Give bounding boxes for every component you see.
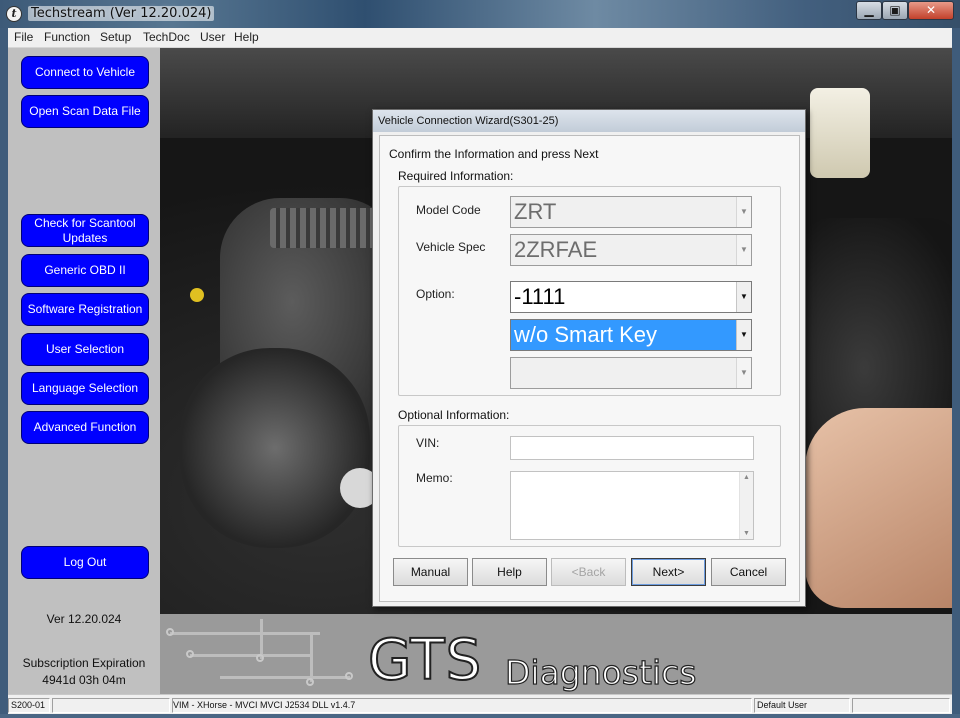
cancel-button[interactable]: Cancel (711, 558, 786, 586)
option3-select[interactable]: ▼ (510, 357, 752, 389)
option-label: Option: (416, 287, 455, 301)
next-button[interactable]: Next> (631, 558, 706, 586)
status-empty-cell-2 (852, 698, 950, 713)
sidebar: Connect to Vehicle Open Scan Data File C… (8, 48, 160, 694)
manual-button[interactable]: Manual (393, 558, 468, 586)
status-empty-cell (52, 698, 170, 713)
menu-function[interactable]: Function (44, 30, 90, 44)
menu-file[interactable]: File (14, 30, 33, 44)
status-bar: S200-01 VIM - XHorse - MVCI MVCI J2534 D… (8, 694, 952, 714)
model-code-select[interactable]: ZRT ▼ (510, 196, 752, 228)
menu-techdoc[interactable]: TechDoc (143, 30, 190, 44)
version-label: Ver 12.20.024 (46, 612, 122, 626)
help-button[interactable]: Help (472, 558, 547, 586)
window-frame-bottom (0, 714, 960, 718)
chevron-down-icon[interactable]: ▼ (736, 282, 751, 312)
model-code-value: ZRT (514, 199, 557, 224)
status-user: Default User (754, 698, 850, 713)
window-frame-left (0, 28, 8, 718)
logo-diagnostics-text: Diagnostics (504, 653, 697, 692)
memo-scrollbar[interactable]: ▲ ▼ (739, 472, 753, 539)
back-button[interactable]: <Back (551, 558, 626, 586)
status-interface: VIM - XHorse - MVCI MVCI J2534 DLL v1.4.… (172, 698, 752, 713)
menu-bar: File Function Setup TechDoc User Help (8, 28, 952, 48)
advanced-function-button[interactable]: Advanced Function (21, 411, 149, 444)
logo-gts-text: GTS (367, 628, 483, 693)
software-registration-button[interactable]: Software Registration (21, 293, 149, 326)
minimize-button[interactable]: ▁ (856, 1, 882, 20)
chevron-down-icon[interactable]: ▼ (736, 320, 751, 350)
log-out-button[interactable]: Log Out (21, 546, 149, 579)
window-frame-right (952, 28, 960, 718)
required-info-label: Required Information: (398, 169, 514, 183)
user-selection-button[interactable]: User Selection (21, 333, 149, 366)
dialog-instruction: Confirm the Information and press Next (389, 147, 599, 161)
vehicle-spec-select[interactable]: 2ZRFAE ▼ (510, 234, 752, 266)
connect-to-vehicle-button[interactable]: Connect to Vehicle (21, 56, 149, 89)
open-scan-data-file-button[interactable]: Open Scan Data File (21, 95, 149, 128)
close-button[interactable]: ✕ (908, 1, 954, 20)
vehicle-connection-wizard-dialog: Vehicle Connection Wizard(S301-25) Confi… (372, 109, 806, 607)
generic-obd-ii-button[interactable]: Generic OBD II (21, 254, 149, 287)
option2-value: w/o Smart Key (511, 320, 736, 350)
app-icon: t (6, 6, 22, 22)
menu-help[interactable]: Help (234, 30, 259, 44)
dialog-body: Confirm the Information and press Next R… (379, 135, 800, 602)
maximize-button[interactable]: ▣ (882, 1, 908, 20)
option-select[interactable]: -1111 ▼ (510, 281, 752, 313)
vehicle-spec-value: 2ZRFAE (514, 237, 598, 262)
scroll-up-icon[interactable]: ▲ (740, 474, 753, 481)
check-for-scantool-updates-button[interactable]: Check for Scantool Updates (21, 214, 149, 247)
chevron-down-icon: ▼ (736, 358, 751, 388)
title-bar: t Techstream (Ver 12.20.024) ▁ ▣ ✕ (0, 0, 960, 28)
subscription-remaining: 4941d 03h 04m (42, 673, 126, 687)
chevron-down-icon: ▼ (736, 197, 751, 227)
scroll-down-icon[interactable]: ▼ (740, 530, 753, 537)
vehicle-spec-label: Vehicle Spec (416, 240, 486, 254)
vin-input[interactable] (510, 436, 754, 460)
vin-label: VIN: (416, 436, 440, 450)
memo-textarea[interactable]: ▲ ▼ (510, 471, 754, 540)
status-code: S200-01 (8, 698, 50, 713)
menu-setup[interactable]: Setup (100, 30, 131, 44)
subscription-label: Subscription Expiration (22, 656, 146, 670)
memo-label: Memo: (416, 471, 453, 485)
option-value: -1111 (514, 284, 566, 309)
option2-select[interactable]: w/o Smart Key ▼ (510, 319, 752, 351)
language-selection-button[interactable]: Language Selection (21, 372, 149, 405)
menu-user[interactable]: User (200, 30, 225, 44)
window-title: Techstream (Ver 12.20.024) (28, 6, 215, 21)
dialog-title: Vehicle Connection Wizard(S301-25) (373, 110, 805, 132)
gts-diagnostics-banner: GTS Diagnostics (160, 614, 952, 694)
chevron-down-icon: ▼ (736, 235, 751, 265)
optional-info-label: Optional Information: (398, 408, 510, 422)
model-code-label: Model Code (416, 203, 481, 217)
